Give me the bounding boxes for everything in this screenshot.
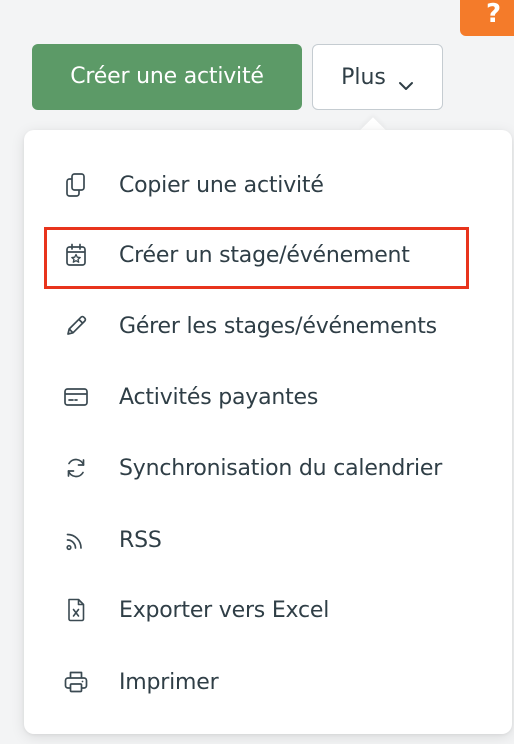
menu-item-label: Activités payantes xyxy=(119,384,319,410)
menu-item-copy-activity[interactable]: Copier une activité xyxy=(24,157,512,213)
create-activity-label: Créer une activité xyxy=(70,64,264,89)
help-label: ? xyxy=(486,0,502,29)
copy-icon xyxy=(62,171,90,199)
more-button[interactable]: Plus xyxy=(312,44,443,110)
menu-item-print[interactable]: Imprimer xyxy=(24,654,512,710)
menu-item-label: Gérer les stages/événements xyxy=(119,313,437,339)
more-dropdown-menu: Copier une activité Créer un stage/événe… xyxy=(24,130,512,734)
printer-icon xyxy=(62,668,90,696)
chevron-down-icon xyxy=(398,72,414,90)
more-label: Plus xyxy=(341,64,386,90)
rss-icon xyxy=(62,526,90,554)
menu-item-label: Copier une activité xyxy=(119,172,324,198)
menu-item-label: Exporter vers Excel xyxy=(119,597,330,623)
highlight-annotation-box xyxy=(44,227,469,289)
menu-item-label: Imprimer xyxy=(119,669,219,695)
menu-item-label: Synchronisation du calendrier xyxy=(119,455,443,481)
menu-item-paid-activities[interactable]: Activités payantes xyxy=(24,369,512,425)
menu-item-calendar-sync[interactable]: Synchronisation du calendrier xyxy=(24,440,512,496)
menu-item-export-excel[interactable]: Exporter vers Excel xyxy=(24,582,512,638)
sync-icon xyxy=(62,454,90,482)
menu-item-rss[interactable]: RSS xyxy=(24,512,512,568)
create-activity-button[interactable]: Créer une activité xyxy=(32,44,302,110)
menu-item-label: RSS xyxy=(119,527,162,553)
pencil-icon xyxy=(62,312,90,340)
credit-card-icon xyxy=(62,383,90,411)
help-button[interactable]: ? xyxy=(460,0,514,36)
excel-file-icon xyxy=(62,596,90,624)
menu-item-manage-events[interactable]: Gérer les stages/événements xyxy=(24,298,512,354)
